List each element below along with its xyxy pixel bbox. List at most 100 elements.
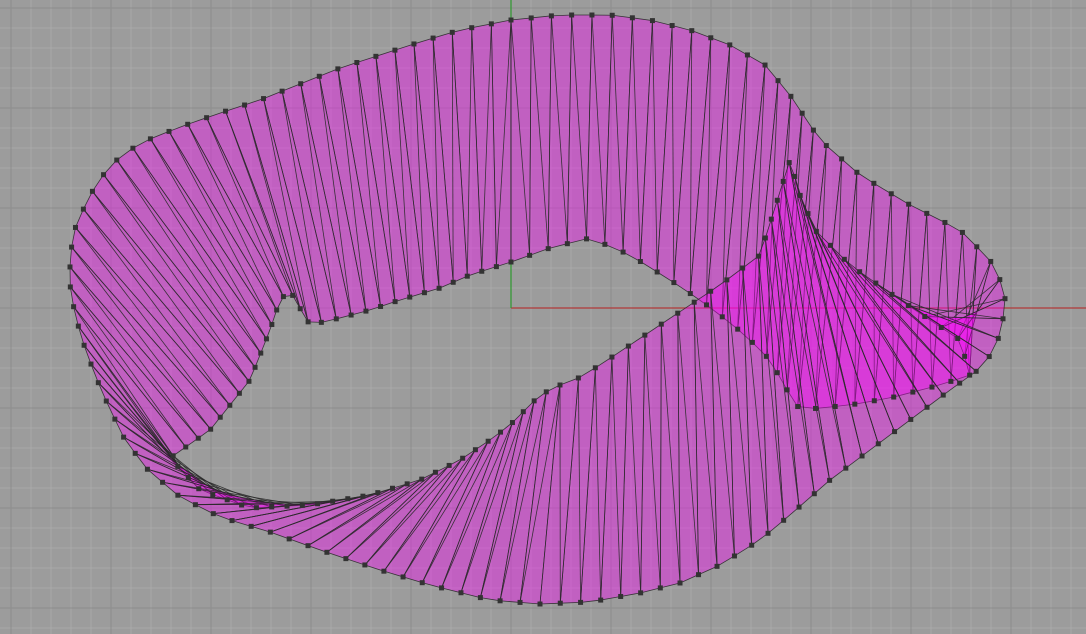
control-point[interactable] (843, 465, 849, 471)
control-point[interactable] (89, 188, 95, 194)
control-point[interactable] (827, 477, 833, 483)
control-point[interactable] (609, 354, 615, 360)
control-point[interactable] (765, 530, 771, 536)
control-point[interactable] (192, 502, 198, 508)
control-point[interactable] (297, 306, 303, 312)
control-point[interactable] (527, 252, 533, 258)
control-point[interactable] (284, 503, 290, 509)
control-point[interactable] (891, 394, 897, 400)
control-point[interactable] (333, 316, 339, 322)
control-point[interactable] (740, 265, 746, 271)
control-point[interactable] (589, 12, 595, 18)
control-point[interactable] (637, 259, 643, 265)
control-point[interactable] (962, 353, 968, 359)
control-point[interactable] (253, 505, 259, 511)
control-point[interactable] (973, 368, 979, 374)
control-point[interactable] (479, 268, 485, 274)
control-point[interactable] (832, 403, 838, 409)
control-point[interactable] (477, 595, 483, 601)
control-point[interactable] (924, 210, 930, 216)
control-point[interactable] (360, 493, 366, 499)
control-point[interactable] (774, 197, 780, 203)
control-point[interactable] (472, 447, 478, 453)
control-point[interactable] (81, 342, 87, 348)
ruled-surface[interactable] (69, 14, 1006, 605)
control-point[interactable] (854, 169, 860, 175)
control-point[interactable] (407, 294, 413, 300)
control-point[interactable] (210, 492, 216, 498)
control-point[interactable] (316, 73, 322, 79)
control-point[interactable] (545, 246, 551, 252)
control-point[interactable] (795, 404, 801, 410)
control-point[interactable] (269, 322, 275, 328)
control-point[interactable] (959, 229, 965, 235)
surface-strip[interactable] (529, 15, 552, 256)
control-point[interactable] (609, 12, 615, 18)
control-point[interactable] (986, 354, 992, 360)
control-point[interactable] (857, 269, 863, 275)
control-point[interactable] (242, 102, 248, 108)
control-point[interactable] (811, 491, 817, 497)
control-point[interactable] (236, 390, 242, 396)
control-point[interactable] (618, 593, 624, 599)
control-point[interactable] (363, 308, 369, 314)
control-point[interactable] (762, 62, 768, 68)
control-point[interactable] (330, 498, 336, 504)
control-point[interactable] (775, 78, 781, 84)
control-point[interactable] (871, 398, 877, 404)
control-point[interactable] (584, 236, 590, 242)
viewport-canvas[interactable] (0, 0, 1086, 634)
control-point[interactable] (537, 601, 543, 607)
control-point[interactable] (160, 479, 166, 485)
control-point[interactable] (827, 242, 833, 248)
control-point[interactable] (910, 389, 916, 395)
control-point[interactable] (80, 206, 86, 212)
control-point[interactable] (578, 599, 584, 605)
control-point[interactable] (239, 502, 245, 508)
control-point[interactable] (727, 42, 733, 48)
control-point[interactable] (813, 405, 819, 411)
control-point[interactable] (121, 434, 127, 440)
control-point[interactable] (258, 350, 264, 356)
control-point[interactable] (430, 35, 436, 41)
control-point[interactable] (175, 463, 181, 469)
control-point[interactable] (378, 303, 384, 309)
control-point[interactable] (735, 326, 741, 332)
control-point[interactable] (252, 364, 258, 370)
control-point[interactable] (625, 343, 631, 349)
control-point[interactable] (768, 216, 774, 222)
control-point[interactable] (132, 450, 138, 456)
control-point[interactable] (517, 599, 523, 605)
control-point[interactable] (217, 414, 223, 420)
control-point[interactable] (144, 466, 150, 472)
control-point[interactable] (940, 392, 946, 398)
viewport-top[interactable] (0, 0, 1086, 634)
control-point[interactable] (749, 542, 755, 548)
control-point[interactable] (446, 462, 452, 468)
control-point[interactable] (744, 52, 750, 58)
control-point[interactable] (967, 372, 973, 378)
control-point[interactable] (714, 563, 720, 569)
control-point[interactable] (114, 157, 120, 163)
control-point[interactable] (957, 380, 963, 386)
control-point[interactable] (269, 504, 275, 510)
control-point[interactable] (689, 28, 695, 34)
control-point[interactable] (724, 277, 730, 283)
control-point[interactable] (781, 517, 787, 523)
control-point[interactable] (696, 572, 702, 578)
control-point[interactable] (780, 178, 786, 184)
control-point[interactable] (280, 294, 286, 300)
control-point[interactable] (509, 420, 515, 426)
control-point[interactable] (299, 502, 305, 508)
control-point[interactable] (458, 590, 464, 596)
control-point[interactable] (691, 299, 697, 305)
control-point[interactable] (227, 402, 233, 408)
control-point[interactable] (224, 497, 230, 503)
control-point[interactable] (88, 361, 94, 367)
control-point[interactable] (792, 173, 798, 179)
control-point[interactable] (799, 110, 805, 116)
control-point[interactable] (67, 264, 73, 270)
control-point[interactable] (95, 380, 101, 386)
control-point[interactable] (71, 304, 77, 310)
control-point[interactable] (708, 288, 714, 294)
